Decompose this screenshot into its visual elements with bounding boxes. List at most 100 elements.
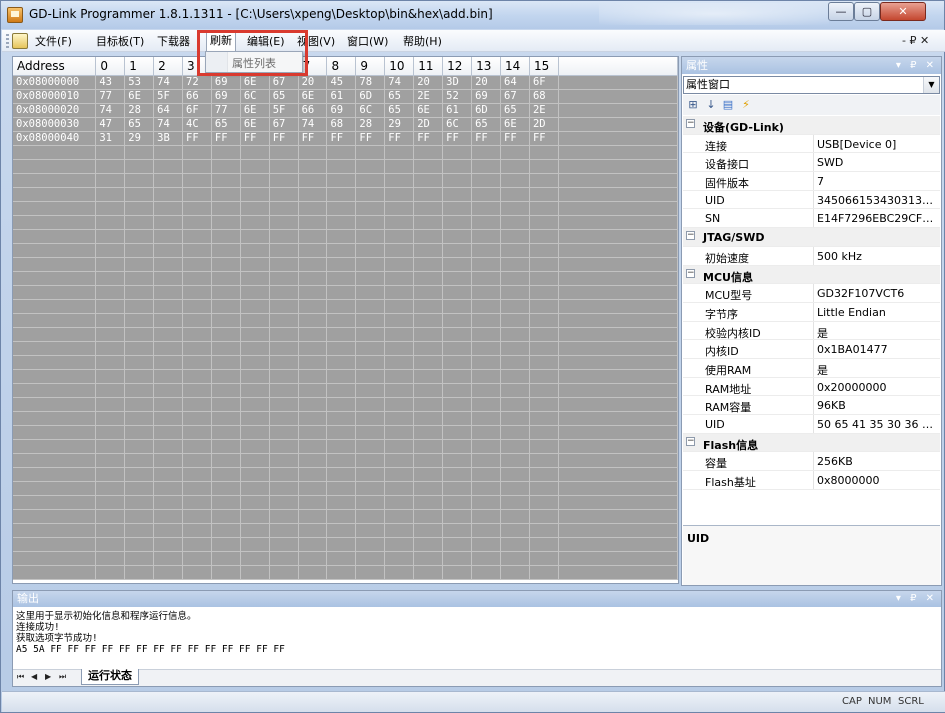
byte-cell[interactable] [500,523,530,538]
byte-cell[interactable] [326,453,357,468]
byte-cell[interactable] [240,145,270,160]
byte-cell[interactable] [471,187,502,202]
table-row[interactable] [13,495,678,510]
byte-cell[interactable] [413,565,444,580]
byte-cell[interactable]: 69 [211,89,241,104]
byte-cell[interactable] [298,187,328,202]
byte-cell[interactable] [298,145,328,160]
column-header-13[interactable]: 13 [471,57,502,76]
byte-cell[interactable] [442,453,473,468]
byte-cell[interactable] [153,355,184,370]
byte-cell[interactable] [298,523,328,538]
byte-cell[interactable] [442,201,473,216]
byte-cell[interactable] [211,145,241,160]
byte-cell[interactable]: 78 [355,75,386,90]
byte-cell[interactable] [471,341,502,356]
byte-cell[interactable] [124,565,155,580]
byte-cell[interactable] [500,565,530,580]
byte-cell[interactable] [442,411,473,426]
byte-cell[interactable] [442,537,473,552]
property-value[interactable]: 256KB [817,455,939,468]
byte-cell[interactable]: FF [500,131,530,146]
byte-cell[interactable] [182,229,212,244]
byte-cell[interactable] [500,201,530,216]
table-row[interactable] [13,145,678,160]
table-row[interactable] [13,481,678,496]
byte-cell[interactable] [211,453,241,468]
byte-cell[interactable] [326,495,357,510]
byte-cell[interactable] [500,327,530,342]
address-cell[interactable] [13,481,97,496]
menu-edit[interactable]: 编辑(E) [244,33,288,50]
byte-cell[interactable] [471,411,502,426]
byte-cell[interactable]: 29 [384,117,415,132]
byte-cell[interactable] [240,565,270,580]
property-category[interactable]: − MCU信息 [683,265,940,285]
byte-cell[interactable]: 53 [124,75,155,90]
byte-cell[interactable]: FF [298,131,328,146]
byte-cell[interactable]: 69 [471,89,502,104]
address-cell[interactable]: 0x08000020 [13,103,97,118]
byte-cell[interactable] [413,145,444,160]
byte-cell[interactable]: 6E [124,89,155,104]
table-row[interactable] [13,397,678,412]
byte-cell[interactable] [211,313,241,328]
byte-cell[interactable] [355,383,386,398]
byte-cell[interactable] [529,537,559,552]
output-panel-controls[interactable]: ▾ ₽ ✕ [896,591,937,607]
property-value[interactable]: E14F7296EBC29CF461... [817,212,939,225]
byte-cell[interactable] [471,523,502,538]
byte-cell[interactable]: FF [442,131,473,146]
byte-cell[interactable] [413,411,444,426]
byte-cell[interactable] [124,327,155,342]
byte-cell[interactable] [500,453,530,468]
byte-cell[interactable] [326,481,357,496]
byte-cell[interactable] [211,173,241,188]
byte-cell[interactable] [413,383,444,398]
byte-cell[interactable] [442,495,473,510]
address-cell[interactable] [13,425,97,440]
byte-cell[interactable] [384,565,415,580]
byte-cell[interactable] [384,159,415,174]
byte-cell[interactable] [153,453,184,468]
byte-cell[interactable] [298,467,328,482]
byte-cell[interactable] [124,243,155,258]
byte-cell[interactable] [269,173,299,188]
byte-cell[interactable] [124,509,155,524]
byte-cell[interactable] [529,313,559,328]
byte-cell[interactable] [384,509,415,524]
byte-cell[interactable] [95,537,126,552]
dropdown-item-property-list[interactable]: 属性列表 [232,55,276,71]
byte-cell[interactable] [240,537,270,552]
byte-cell[interactable] [384,411,415,426]
byte-cell[interactable] [384,355,415,370]
byte-cell[interactable] [529,523,559,538]
byte-cell[interactable] [355,481,386,496]
byte-cell[interactable] [442,159,473,174]
menu-target-board[interactable]: 目标板(T) [93,33,147,50]
byte-cell[interactable] [95,397,126,412]
byte-cell[interactable] [326,341,357,356]
byte-cell[interactable] [355,341,386,356]
byte-cell[interactable] [355,565,386,580]
byte-cell[interactable]: FF [240,131,270,146]
byte-cell[interactable] [471,271,502,286]
address-cell[interactable] [13,341,97,356]
byte-cell[interactable] [240,201,270,216]
byte-cell[interactable] [384,257,415,272]
byte-cell[interactable] [529,467,559,482]
byte-cell[interactable] [269,271,299,286]
byte-cell[interactable] [211,565,241,580]
byte-cell[interactable] [211,495,241,510]
byte-cell[interactable] [211,369,241,384]
byte-cell[interactable] [211,355,241,370]
byte-cell[interactable] [442,313,473,328]
byte-cell[interactable] [153,159,184,174]
byte-cell[interactable] [355,145,386,160]
byte-cell[interactable] [269,201,299,216]
byte-cell[interactable] [500,299,530,314]
byte-cell[interactable] [240,481,270,496]
byte-cell[interactable] [240,187,270,202]
byte-cell[interactable] [182,327,212,342]
menu-downloader[interactable]: 下载器 [154,33,193,50]
